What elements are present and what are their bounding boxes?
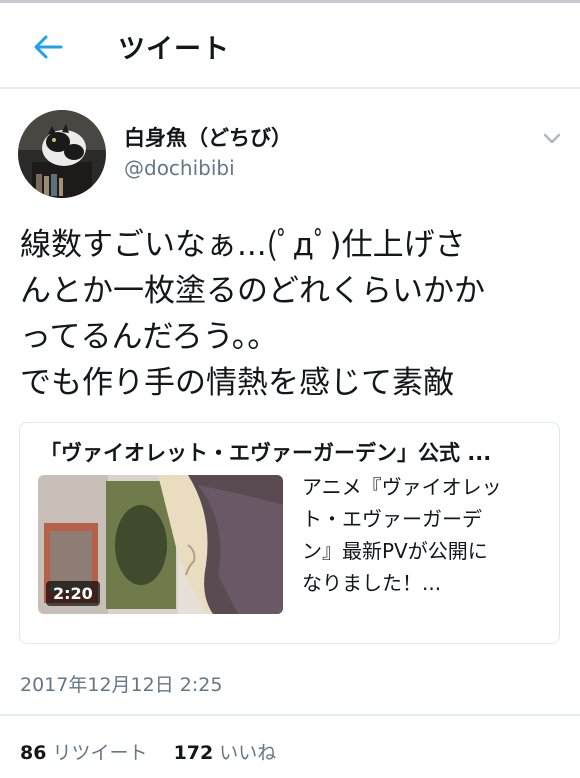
card-description-line: なりました！... <box>302 571 442 595</box>
back-button[interactable] <box>28 27 68 67</box>
arrow-left-icon <box>34 35 63 59</box>
likes-label: いいね <box>219 742 277 764</box>
retweets-count: 86 <box>20 742 47 764</box>
chevron-down-icon <box>543 133 561 144</box>
tweet-stats: 86 リツイート 172 いいね <box>20 738 296 765</box>
card-description-line: ン』最新PVが公開に <box>302 539 488 563</box>
page-title: ツイート <box>118 34 230 65</box>
retweets-label: リツイート <box>52 742 148 764</box>
card-description-line: アニメ『ヴァイオレッ <box>302 475 502 499</box>
tweet-text-line: でも作り手の情熱を感じて素敵 <box>20 365 454 401</box>
tweet-text-line: んとか一枚塗るのどれくらいかか <box>20 273 485 309</box>
divider <box>0 714 580 716</box>
link-card[interactable]: 「ヴァイオレット・エヴァーガーデン」公式 ... 2:20 アニメ『ヴァイオレッ… <box>19 422 560 644</box>
tweet-text: 線数すごいなぁ...(ﾟдﾟ)仕上げさ んとか一枚塗るのどれくらいかか ってるん… <box>20 222 570 406</box>
card-description: アニメ『ヴァイオレッ ト・エヴァーガーデ ン』最新PVが公開に なりました！..… <box>302 471 550 599</box>
card-description-line: ト・エヴァーガーデ <box>302 507 482 531</box>
tweet-text-line: 線数すごいなぁ...(ﾟдﾟ)仕上げさ <box>20 227 466 263</box>
card-title: 「ヴァイオレット・エヴァーガーデン」公式 ... <box>40 441 492 465</box>
likes-count: 172 <box>173 742 214 764</box>
likes-stat[interactable]: 172 いいね <box>174 738 277 765</box>
retweets-stat[interactable]: 86 リツイート <box>20 738 148 765</box>
tweet-menu-button[interactable] <box>540 126 564 150</box>
video-duration: 2:20 <box>46 581 100 606</box>
app-header: ツイート <box>0 3 580 89</box>
author-display-name[interactable]: 白身魚（どちび） <box>124 122 292 152</box>
tweet-text-line: ってるんだろう。。 <box>20 319 279 355</box>
video-thumbnail[interactable]: 2:20 <box>38 475 283 614</box>
avatar[interactable] <box>18 110 106 198</box>
tweet-timestamp[interactable]: 2017年12月12日 2:25 <box>20 670 222 697</box>
author-handle[interactable]: @dochibibi <box>124 156 235 180</box>
